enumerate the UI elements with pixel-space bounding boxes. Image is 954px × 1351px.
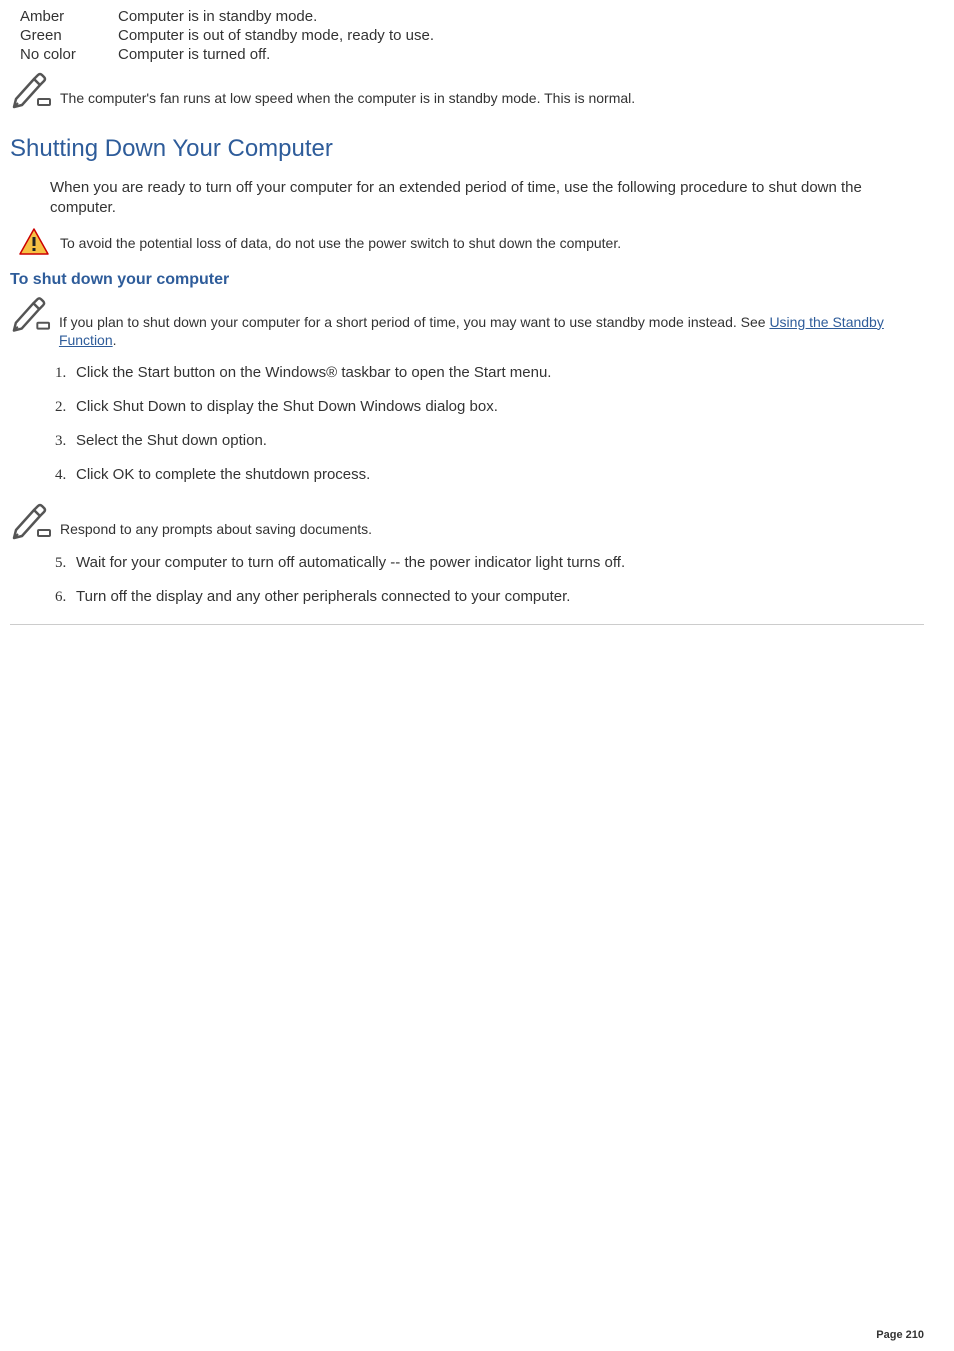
warning-text: To avoid the potential loss of data, do … [60, 225, 621, 251]
heading-shutting-down: Shutting Down Your Computer [10, 135, 924, 163]
note-text: If you plan to shut down your computer f… [59, 293, 924, 351]
list-item: Turn off the display and any other perip… [70, 588, 924, 606]
step-text: Turn off the display and any other perip… [76, 588, 570, 605]
step-text: Click Shut Down to display the Shut Down… [76, 398, 498, 415]
section-divider [10, 624, 924, 625]
shutdown-steps-5-6: Wait for your computer to turn off autom… [50, 554, 924, 606]
led-desc: Computer is turned off. [118, 46, 444, 65]
shutdown-steps-1-4: Click the Start button on the Windows® t… [50, 364, 924, 484]
pencil-note-icon [10, 500, 54, 540]
warning-row: To avoid the potential loss of data, do … [10, 225, 924, 257]
subheading-to-shut-down: To shut down your computer [10, 271, 924, 289]
list-item: Click Shut Down to display the Shut Down… [70, 398, 924, 416]
page-number: Page 210 [876, 1329, 924, 1341]
pencil-note-icon [10, 69, 54, 109]
note-standby-suggestion: If you plan to shut down your computer f… [10, 293, 924, 351]
intro-paragraph: When you are ready to turn off your comp… [50, 178, 914, 219]
power-led-table: Amber Computer is in standby mode. Green… [20, 8, 444, 65]
note-text: Respond to any prompts about saving docu… [60, 500, 372, 539]
table-row: No color Computer is turned off. [20, 46, 444, 65]
warning-icon [18, 227, 50, 257]
led-color: Amber [20, 8, 118, 27]
note-save-prompts: Respond to any prompts about saving docu… [10, 500, 924, 540]
table-row: Amber Computer is in standby mode. [20, 8, 444, 27]
led-color: Green [20, 27, 118, 46]
step-text: Select the Shut down option. [76, 432, 267, 449]
list-item: Click the Start button on the Windows® t… [70, 364, 924, 382]
led-desc: Computer is out of standby mode, ready t… [118, 27, 444, 46]
note-text: The computer's fan runs at low speed whe… [60, 69, 635, 108]
pencil-note-icon [10, 293, 53, 333]
list-item: Wait for your computer to turn off autom… [70, 554, 924, 572]
list-item: Click OK to complete the shutdown proces… [70, 466, 924, 484]
step-text: Click the Start button on the Windows® t… [76, 364, 551, 381]
note-part-a: If you plan to shut down your computer f… [59, 314, 770, 330]
table-row: Green Computer is out of standby mode, r… [20, 27, 444, 46]
led-color: No color [20, 46, 118, 65]
note-standby-fan: The computer's fan runs at low speed whe… [10, 69, 924, 109]
led-desc: Computer is in standby mode. [118, 8, 444, 27]
list-item: Select the Shut down option. [70, 432, 924, 450]
note-part-b: . [113, 332, 117, 348]
step-text: Click OK to complete the shutdown proces… [76, 466, 370, 483]
step-text: Wait for your computer to turn off autom… [76, 554, 625, 571]
